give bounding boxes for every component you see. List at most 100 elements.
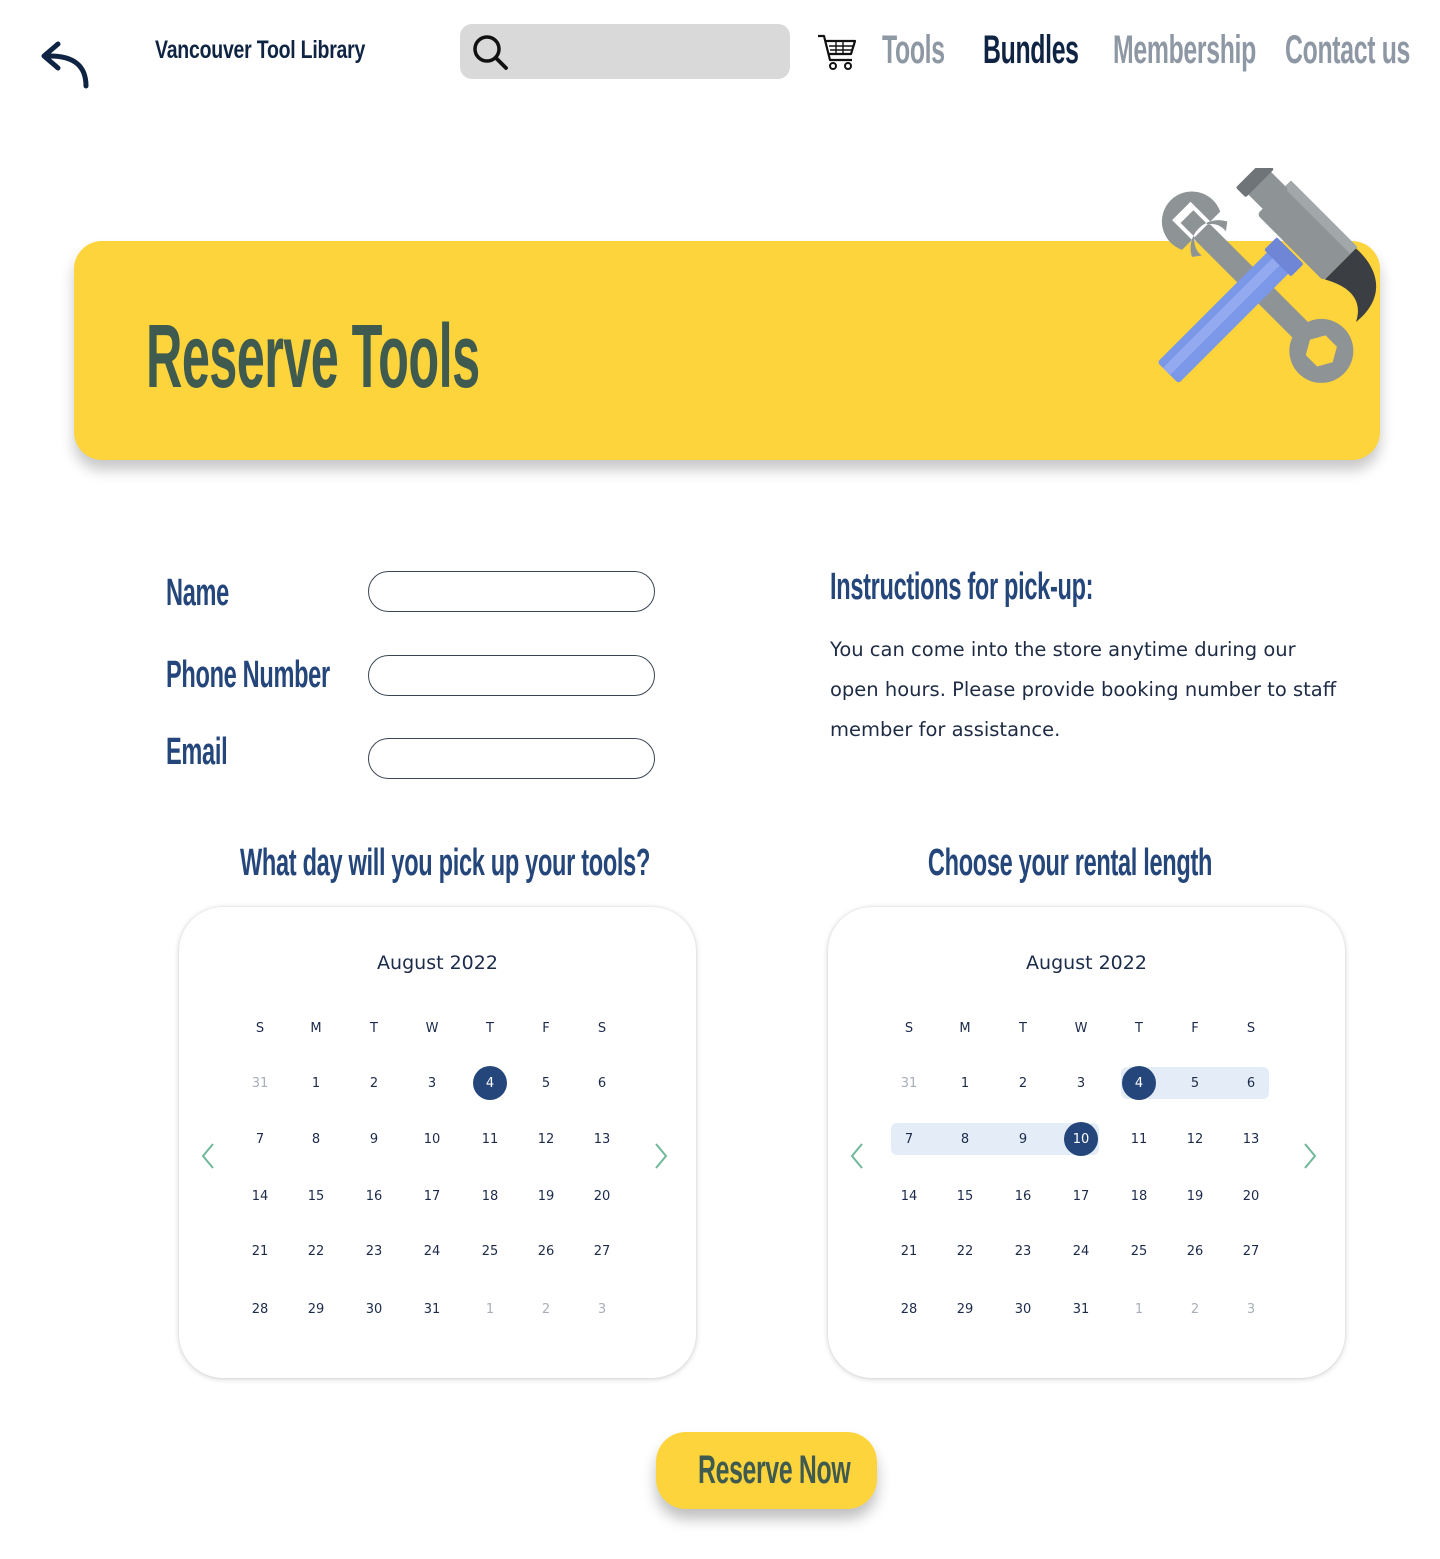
calendar-day[interactable]: 30	[1006, 1292, 1040, 1326]
calendar-day[interactable]: 31	[892, 1066, 926, 1100]
calendar-day[interactable]: 4	[1122, 1066, 1156, 1100]
calendar-day[interactable]: 1	[299, 1066, 333, 1100]
back-button[interactable]	[34, 36, 94, 90]
calendar-day[interactable]: 15	[299, 1179, 333, 1213]
nav-tools[interactable]: Tools	[882, 28, 945, 73]
calendar-day[interactable]: 31	[415, 1292, 449, 1326]
page-title: Reserve Tools	[146, 307, 480, 407]
cart-icon[interactable]	[816, 32, 858, 72]
calendar-day[interactable]: 6	[1234, 1066, 1268, 1100]
calendar-day[interactable]: 31	[243, 1066, 277, 1100]
calendar-month-label: August 2022	[1026, 952, 1147, 974]
search-icon[interactable]	[470, 32, 510, 72]
calendar-day[interactable]: 2	[1006, 1066, 1040, 1100]
calendar-day[interactable]: 28	[892, 1292, 926, 1326]
calendar-day[interactable]: 19	[1178, 1179, 1212, 1213]
rental-calendar-heading: Choose your rental length	[927, 842, 1213, 884]
calendar-day[interactable]: 24	[415, 1234, 449, 1268]
rental-calendar: August 2022 S M T W T F S 31 1 2 3 4 5 6 7 8 9 10 11 12 13 14…	[828, 907, 1345, 1378]
calendar-day[interactable]: 29	[948, 1292, 982, 1326]
calendar-day[interactable]: 12	[529, 1122, 563, 1156]
search-input[interactable]	[518, 32, 778, 72]
chevron-right-icon[interactable]	[652, 1141, 670, 1171]
calendar-day[interactable]: 8	[948, 1122, 982, 1156]
calendar-day[interactable]: 5	[529, 1066, 563, 1100]
chevron-left-icon[interactable]	[199, 1141, 217, 1171]
calendar-day[interactable]: 14	[892, 1179, 926, 1213]
calendar-day[interactable]: 11	[473, 1122, 507, 1156]
search-bar[interactable]	[460, 24, 790, 79]
calendar-day[interactable]: 27	[1234, 1234, 1268, 1268]
calendar-day[interactable]: 26	[1178, 1234, 1212, 1268]
calendar-day[interactable]: 26	[529, 1234, 563, 1268]
calendar-day[interactable]: 13	[585, 1122, 619, 1156]
calendar-day[interactable]: 29	[299, 1292, 333, 1326]
calendar-day[interactable]: 15	[948, 1179, 982, 1213]
nav-membership[interactable]: Membership	[1113, 28, 1256, 73]
name-field[interactable]	[368, 571, 655, 612]
calendar-day[interactable]: 1	[948, 1066, 982, 1100]
calendar-day[interactable]: 22	[299, 1234, 333, 1268]
hammer-wrench-icon	[1158, 168, 1377, 383]
calendar-day[interactable]: 16	[357, 1179, 391, 1213]
calendar-day[interactable]: 2	[357, 1066, 391, 1100]
chevron-right-icon[interactable]	[1301, 1141, 1319, 1171]
reserve-now-button[interactable]: Reserve Now	[656, 1432, 877, 1509]
weekday-header: F	[542, 1021, 550, 1036]
phone-field[interactable]	[368, 655, 655, 696]
calendar-day[interactable]: 1	[1122, 1292, 1156, 1326]
calendar-day[interactable]: 6	[585, 1066, 619, 1100]
calendar-day[interactable]: 25	[473, 1234, 507, 1268]
calendar-day[interactable]: 27	[585, 1234, 619, 1268]
calendar-day[interactable]: 24	[1064, 1234, 1098, 1268]
calendar-day[interactable]: 17	[415, 1179, 449, 1213]
calendar-day[interactable]: 19	[529, 1179, 563, 1213]
calendar-day[interactable]: 5	[1178, 1066, 1212, 1100]
calendar-day[interactable]: 21	[892, 1234, 926, 1268]
calendar-day[interactable]: 18	[1122, 1179, 1156, 1213]
weekday-header: W	[425, 1021, 439, 1036]
calendar-day[interactable]: 16	[1006, 1179, 1040, 1213]
calendar-day[interactable]: 8	[299, 1122, 333, 1156]
chevron-left-icon[interactable]	[848, 1141, 866, 1171]
calendar-day[interactable]: 3	[585, 1292, 619, 1326]
calendar-day[interactable]: 2	[529, 1292, 563, 1326]
calendar-day[interactable]: 3	[1234, 1292, 1268, 1326]
calendar-day[interactable]: 3	[1064, 1066, 1098, 1100]
nav-contact-us[interactable]: Contact us	[1285, 28, 1410, 73]
calendar-day[interactable]: 31	[1064, 1292, 1098, 1326]
calendar-day[interactable]: 23	[357, 1234, 391, 1268]
email-label: Email	[166, 731, 228, 773]
calendar-day[interactable]: 30	[357, 1292, 391, 1326]
brand-logo-text[interactable]: Vancouver Tool Library	[155, 36, 365, 65]
calendar-day[interactable]: 2	[1178, 1292, 1212, 1326]
calendar-day[interactable]: 21	[243, 1234, 277, 1268]
email-field[interactable]	[368, 738, 655, 779]
weekday-header: S	[597, 1021, 607, 1036]
calendar-day[interactable]: 14	[243, 1179, 277, 1213]
calendar-day[interactable]: 17	[1064, 1179, 1098, 1213]
calendar-day[interactable]: 23	[1006, 1234, 1040, 1268]
calendar-day[interactable]: 10	[1064, 1122, 1098, 1156]
calendar-day[interactable]: 28	[243, 1292, 277, 1326]
calendar-day[interactable]: 9	[357, 1122, 391, 1156]
calendar-day[interactable]: 25	[1122, 1234, 1156, 1268]
calendar-day[interactable]: 20	[585, 1179, 619, 1213]
calendar-day[interactable]: 7	[243, 1122, 277, 1156]
calendar-day[interactable]: 10	[415, 1122, 449, 1156]
calendar-day[interactable]: 1	[473, 1292, 507, 1326]
calendar-day[interactable]: 13	[1234, 1122, 1268, 1156]
calendar-day[interactable]: 9	[1006, 1122, 1040, 1156]
weekday-header: S	[255, 1021, 265, 1036]
calendar-day[interactable]: 22	[948, 1234, 982, 1268]
calendar-day[interactable]: 12	[1178, 1122, 1212, 1156]
weekday-header: S	[904, 1021, 914, 1036]
calendar-day[interactable]: 20	[1234, 1179, 1268, 1213]
nav-bundles[interactable]: Bundles	[983, 28, 1079, 73]
calendar-day[interactable]: 18	[473, 1179, 507, 1213]
calendar-day[interactable]: 4	[473, 1066, 507, 1100]
calendar-day[interactable]: 3	[415, 1066, 449, 1100]
back-arrow-icon	[41, 41, 89, 89]
calendar-day[interactable]: 11	[1122, 1122, 1156, 1156]
calendar-day[interactable]: 7	[892, 1122, 926, 1156]
